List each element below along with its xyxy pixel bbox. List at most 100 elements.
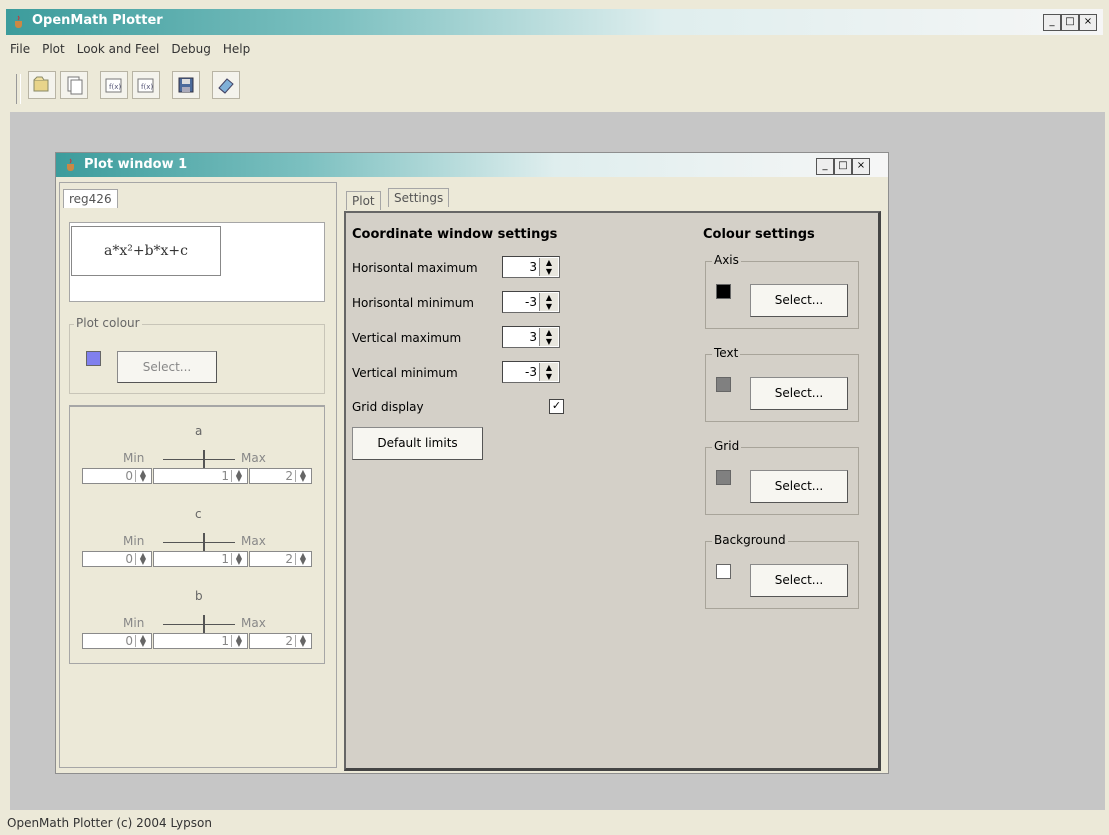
grid-colour-select-button[interactable]: Select...	[750, 470, 848, 503]
minimize-button[interactable]: _	[816, 158, 834, 175]
spinner-arrows-icon[interactable]: ▲ ▼	[539, 258, 558, 276]
spinner-arrows-icon[interactable]: ▲ ▼	[231, 552, 246, 566]
vertical-maximum-label: Vertical maximum	[352, 331, 462, 345]
text-colour-select-button[interactable]: Select...	[750, 377, 848, 410]
param-slider-track[interactable]	[163, 624, 235, 625]
maximize-button[interactable]: □	[1061, 14, 1079, 31]
eraser-button[interactable]	[212, 71, 240, 99]
spinner-value: 2	[285, 552, 293, 566]
param-slider-thumb[interactable]	[203, 533, 205, 551]
param-name: a	[195, 424, 203, 438]
horizontal-minimum-label: Horisontal minimum	[352, 296, 474, 310]
spinner-arrows-icon[interactable]: ▲ ▼	[135, 552, 150, 566]
menu-look-and-feel[interactable]: Look and Feel	[77, 38, 160, 60]
vertical-maximum-spinner[interactable]: 3 ▲ ▼	[502, 326, 560, 348]
grid-display-checkbox[interactable]: ✓	[549, 399, 564, 414]
param-value-spinner[interactable]: 1 ▲ ▼	[153, 551, 248, 567]
close-button[interactable]: ×	[852, 158, 870, 175]
max-label: Max	[241, 534, 266, 548]
menu-debug[interactable]: Debug	[171, 38, 210, 60]
toolbar-grip[interactable]	[16, 74, 21, 104]
menu-plot[interactable]: Plot	[42, 38, 65, 60]
maximize-button[interactable]: □	[834, 158, 852, 175]
axis-colour-select-button[interactable]: Select...	[750, 284, 848, 317]
grid-colour-group: Grid Select...	[705, 439, 859, 515]
svg-text:f(x): f(x)	[109, 83, 121, 91]
param-value-spinner[interactable]: 1 ▲ ▼	[153, 633, 248, 649]
min-label: Min	[123, 534, 145, 548]
menu-help[interactable]: Help	[223, 38, 250, 60]
background-colour-group: Background Select...	[705, 533, 859, 609]
param-max-spinner[interactable]: 2 ▲ ▼	[249, 551, 312, 567]
vertical-minimum-spinner[interactable]: -3 ▲ ▼	[502, 361, 560, 383]
axis-colour-group: Axis Select...	[705, 253, 859, 329]
spinner-value: -3	[525, 295, 537, 309]
tab-settings[interactable]: Settings	[388, 188, 450, 207]
min-label: Min	[123, 451, 145, 465]
horizontal-maximum-label: Horisontal maximum	[352, 261, 478, 275]
plot-window-title: Plot window 1	[84, 157, 188, 172]
text-colour-label: Text	[712, 346, 741, 360]
colour-settings-title: Colour settings	[703, 227, 815, 242]
spinner-value: 3	[529, 330, 537, 344]
spinner-arrows-icon[interactable]: ▲ ▼	[539, 293, 558, 311]
spinner-arrows-icon[interactable]: ▲ ▼	[135, 634, 150, 648]
horizontal-maximum-spinner[interactable]: 3 ▲ ▼	[502, 256, 560, 278]
plot-colour-select-button[interactable]: Select...	[117, 351, 217, 383]
param-value-spinner[interactable]: 1 ▲ ▼	[153, 468, 248, 484]
edit-formula-button[interactable]: f(x)	[132, 71, 160, 99]
minimize-button[interactable]: _	[1043, 14, 1061, 31]
close-button[interactable]: ×	[1079, 14, 1097, 31]
spinner-arrows-icon[interactable]: ▲ ▼	[135, 469, 150, 483]
default-limits-button[interactable]: Default limits	[352, 427, 483, 460]
spinner-value: 1	[221, 634, 229, 648]
status-bar: OpenMath Plotter (c) 2004 Lypson	[7, 816, 212, 830]
spinner-arrows-icon[interactable]: ▲ ▼	[539, 328, 558, 346]
formula-add-icon: f(x)	[105, 78, 122, 93]
param-name: b	[195, 589, 203, 603]
formula-display: a*x²+b*x+c	[69, 222, 325, 302]
open-button[interactable]	[28, 71, 56, 99]
param-min-spinner[interactable]: 0 ▲ ▼	[82, 551, 152, 567]
spinner-value: -3	[525, 365, 537, 379]
background-colour-select-button[interactable]: Select...	[750, 564, 848, 597]
formula-expression[interactable]: a*x²+b*x+c	[71, 226, 221, 276]
horizontal-minimum-spinner[interactable]: -3 ▲ ▼	[502, 291, 560, 313]
param-slider-thumb[interactable]	[203, 615, 205, 633]
param-name: c	[195, 507, 202, 521]
save-button[interactable]	[172, 71, 200, 99]
param-min-spinner[interactable]: 0 ▲ ▼	[82, 468, 152, 484]
open-icon	[33, 76, 49, 92]
spinner-arrows-icon[interactable]: ▲ ▼	[295, 634, 310, 648]
spinner-arrows-icon[interactable]: ▲ ▼	[295, 552, 310, 566]
spinner-arrows-icon[interactable]: ▲ ▼	[231, 634, 246, 648]
tab-reg426[interactable]: reg426	[63, 189, 118, 208]
menu-file[interactable]: File	[10, 38, 30, 60]
toolbar: f(x) f(x)	[6, 64, 1103, 104]
param-slider-track[interactable]	[163, 459, 235, 460]
formula-edit-icon: f(x)	[137, 78, 154, 93]
spinner-arrows-icon[interactable]: ▲ ▼	[295, 469, 310, 483]
new-button[interactable]	[60, 71, 88, 99]
param-slider-thumb[interactable]	[203, 450, 205, 468]
param-max-spinner[interactable]: 2 ▲ ▼	[249, 468, 312, 484]
menu-bar: File Plot Look and Feel Debug Help	[6, 38, 250, 60]
spinner-arrows-icon[interactable]: ▲ ▼	[231, 469, 246, 483]
plot-window-title-bar[interactable]: Plot window 1	[56, 153, 888, 177]
background-colour-swatch	[716, 564, 731, 579]
param-a-row: a Min Max 0 ▲ ▼ 1 ▲ ▼ 2 ▲ ▼	[69, 421, 323, 491]
param-slider-track[interactable]	[163, 542, 235, 543]
text-colour-group: Text Select...	[705, 346, 859, 422]
grid-display-label: Grid display	[352, 400, 424, 414]
tab-plot[interactable]: Plot	[346, 191, 381, 210]
add-formula-button[interactable]: f(x)	[100, 71, 128, 99]
axis-colour-label: Axis	[712, 253, 741, 267]
app-title-bar[interactable]: OpenMath Plotter	[6, 9, 1103, 35]
app-title: OpenMath Plotter	[32, 13, 163, 28]
spinner-arrows-icon[interactable]: ▲ ▼	[539, 363, 558, 381]
param-min-spinner[interactable]: 0 ▲ ▼	[82, 633, 152, 649]
eraser-icon	[218, 78, 234, 94]
java-cup-icon	[67, 158, 74, 171]
param-max-spinner[interactable]: 2 ▲ ▼	[249, 633, 312, 649]
spinner-value: 3	[529, 260, 537, 274]
